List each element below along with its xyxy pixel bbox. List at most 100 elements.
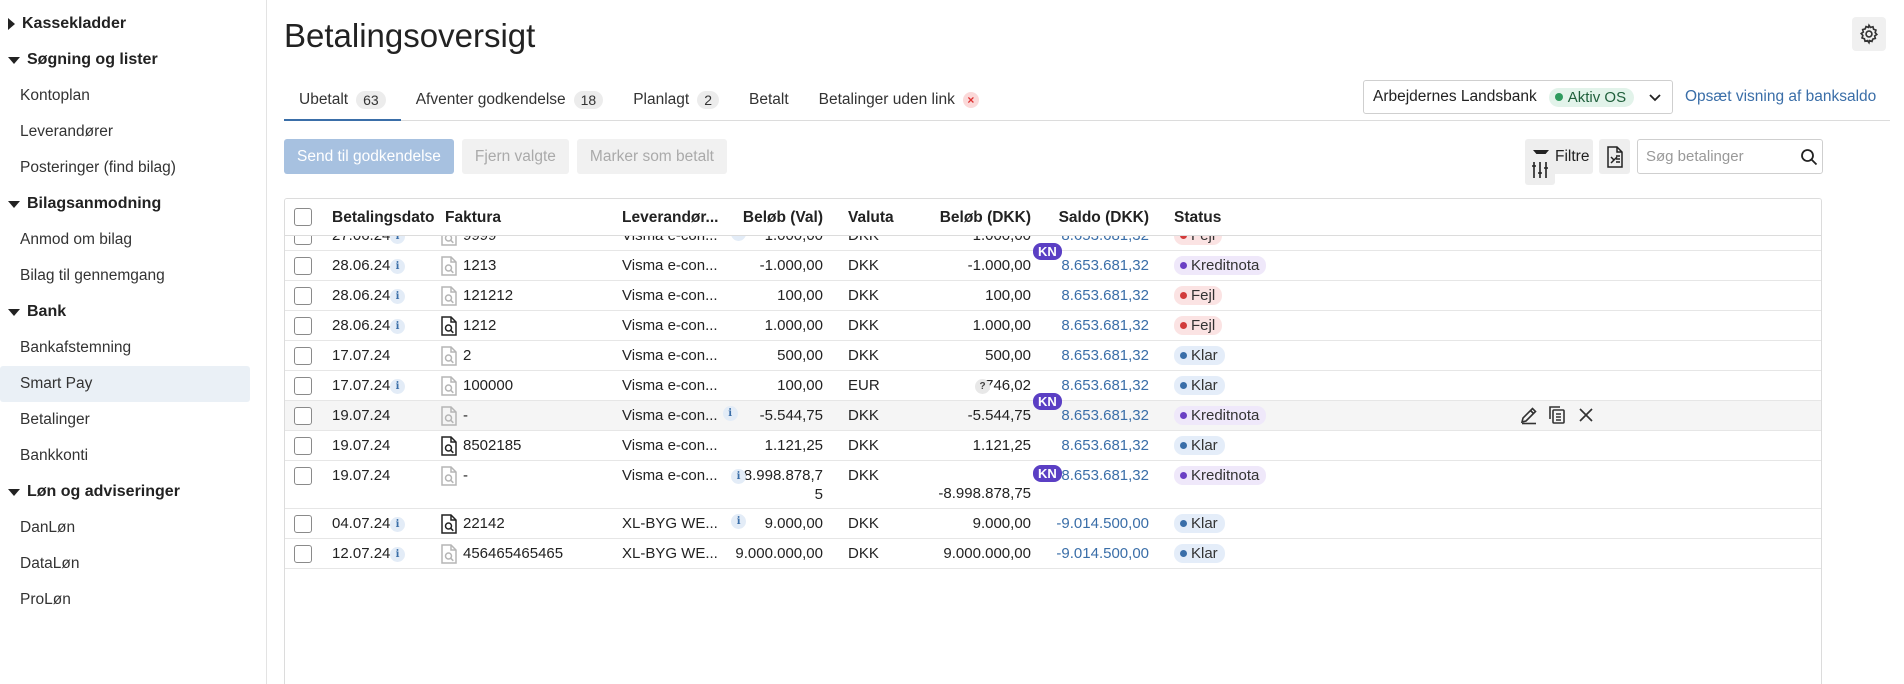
col-balance[interactable]: Saldo (DKK): [1059, 209, 1149, 227]
balance-link[interactable]: -9.014.500,00: [1056, 515, 1149, 532]
balance-link[interactable]: 8.653.681,32: [1061, 377, 1149, 394]
col-amount-val[interactable]: Beløb (Val): [743, 209, 823, 227]
info-icon[interactable]: i: [390, 289, 405, 304]
tab-3[interactable]: Betalt: [734, 80, 804, 120]
info-icon[interactable]: i: [390, 547, 405, 562]
col-supplier[interactable]: Leverandør...: [622, 209, 718, 227]
question-icon[interactable]: ?: [975, 379, 990, 394]
table-row[interactable]: 19.07.24 8502185 Visma e-con... 1.121,25 DKK…: [285, 431, 1821, 461]
sidebar-item[interactable]: Bankafstemning: [0, 330, 250, 366]
sidebar-item[interactable]: ProLøn: [0, 582, 250, 618]
document-search-faded-icon[interactable]: [441, 406, 457, 426]
amount-val: -8.998.878,7: [738, 467, 823, 484]
table-row[interactable]: 12.07.24 i 456465465465 XL-BYG WE... 9.000.0…: [285, 539, 1821, 569]
sidebar-item[interactable]: Posteringer (find bilag): [0, 150, 250, 186]
document-search-faded-icon[interactable]: [441, 544, 457, 564]
info-icon[interactable]: i: [731, 469, 746, 484]
document-search-icon[interactable]: [441, 316, 457, 336]
sidebar-item[interactable]: Betalinger: [0, 402, 250, 438]
export-button[interactable]: [1599, 139, 1630, 174]
table-row[interactable]: 19.07.24 - Visma e-con... -5.544,75 i DKK -5.5…: [285, 393, 1821, 431]
document-search-faded-icon[interactable]: [441, 346, 457, 366]
balance-link[interactable]: 8.653.681,32: [1061, 287, 1149, 304]
page-title: Betalingsoversigt: [284, 17, 536, 54]
table-row[interactable]: 28.06.24 i 1212 Visma e-con... 1.000,00 DKK 1.…: [285, 311, 1821, 341]
balance-link[interactable]: -9.014.500,00: [1056, 545, 1149, 562]
balance-link[interactable]: 8.653.681,32: [1061, 467, 1149, 484]
sidebar-item[interactable]: Anmod om bilag: [0, 222, 250, 258]
balance-link[interactable]: 8.653.681,32: [1061, 407, 1149, 424]
info-icon[interactable]: i: [390, 259, 405, 274]
send-for-approval-button[interactable]: Send til godkendelse: [284, 139, 454, 174]
settings-button[interactable]: [1852, 17, 1886, 51]
row-checkbox[interactable]: [294, 515, 312, 533]
bank-balance-setup-link[interactable]: Opsæt visning af banksaldo: [1685, 88, 1876, 106]
sidebar-item[interactable]: Kontoplan: [0, 78, 250, 114]
row-checkbox[interactable]: [294, 347, 312, 365]
close-icon[interactable]: [1577, 406, 1595, 428]
balance-link[interactable]: 8.653.681,32: [1061, 257, 1149, 274]
tab-4[interactable]: Betalinger uden link ×: [804, 80, 994, 120]
search-icon[interactable]: [1800, 148, 1818, 166]
col-status[interactable]: Status: [1174, 209, 1221, 227]
table-row[interactable]: 28.06.24 i 1213 Visma e-con... -1.000,00 DKK -…: [285, 243, 1821, 281]
supplier-name: Visma e-con...: [622, 347, 718, 364]
currency: EUR: [848, 377, 880, 394]
document-search-faded-icon[interactable]: [441, 376, 457, 396]
table-row[interactable]: 17.07.24 2 Visma e-con... 500,00 DKK 500,00 8.…: [285, 341, 1821, 371]
bank-select[interactable]: Arbejdernes Landsbank Aktiv OS: [1363, 80, 1673, 114]
sidebar-item[interactable]: Leverandører: [0, 114, 250, 150]
row-checkbox[interactable]: [294, 287, 312, 305]
row-checkbox[interactable]: [294, 257, 312, 275]
sidebar-group-3[interactable]: Bank: [0, 294, 266, 330]
chevron-down-icon: [1649, 94, 1661, 102]
document-search-faded-icon[interactable]: [441, 286, 457, 306]
sidebar-item[interactable]: DataLøn: [0, 546, 250, 582]
col-amount-dkk[interactable]: Beløb (DKK): [940, 209, 1031, 227]
sidebar-item[interactable]: DanLøn: [0, 510, 250, 546]
copy-icon[interactable]: [1547, 405, 1567, 429]
mark-as-paid-button[interactable]: Marker som betalt: [576, 139, 727, 174]
remove-selected-button[interactable]: Fjern valgte: [461, 139, 569, 174]
row-checkbox[interactable]: [294, 545, 312, 563]
balance-link[interactable]: 8.653.681,32: [1061, 437, 1149, 454]
table-row[interactable]: 19.07.24- Visma e-con... -8.998.878,7 5 i DKK…: [285, 461, 1821, 509]
select-all-checkbox[interactable]: [294, 208, 312, 226]
search-input[interactable]: [1637, 139, 1823, 174]
col-currency[interactable]: Valuta: [848, 209, 894, 227]
sidebar-group-2[interactable]: Bilagsanmodning: [0, 186, 266, 222]
row-checkbox[interactable]: [294, 377, 312, 395]
table-row[interactable]: 04.07.24 i 22142 XL-BYG WE... 9.000,00 i DKK 9.…: [285, 509, 1821, 539]
sidebar-group-0[interactable]: Kassekladder: [0, 6, 266, 42]
sidebar-group-4[interactable]: Løn og adviseringer: [0, 474, 266, 510]
column-settings-button[interactable]: [1525, 154, 1555, 185]
info-icon[interactable]: i: [731, 514, 747, 529]
document-search-faded-icon[interactable]: [441, 466, 457, 486]
sidebar-group-1[interactable]: Søgning og lister: [0, 42, 266, 78]
info-icon[interactable]: i: [390, 319, 405, 334]
document-search-icon[interactable]: [441, 514, 457, 534]
row-checkbox[interactable]: [294, 317, 312, 335]
info-icon[interactable]: i: [390, 379, 405, 394]
row-checkbox[interactable]: [294, 437, 312, 455]
document-search-icon[interactable]: [441, 436, 457, 456]
tab-label: Ubetalt: [299, 91, 349, 108]
tab-0[interactable]: Ubetalt 63: [284, 80, 401, 121]
row-checkbox[interactable]: [294, 407, 312, 425]
col-invoice[interactable]: Faktura: [445, 209, 501, 227]
sidebar-item[interactable]: Bankkonti: [0, 438, 250, 474]
table-row[interactable]: 28.06.24 i 121212 Visma e-con... 100,00 DKK 10…: [285, 281, 1821, 311]
sidebar-item[interactable]: Bilag til gennemgang: [0, 258, 250, 294]
sidebar-item[interactable]: Smart Pay: [0, 366, 250, 402]
tab-1[interactable]: Afventer godkendelse 18: [401, 80, 619, 120]
balance-link[interactable]: 8.653.681,32: [1061, 347, 1149, 364]
tab-2[interactable]: Planlagt 2: [618, 80, 734, 120]
info-icon[interactable]: i: [390, 517, 405, 532]
col-date[interactable]: Betalingsdato: [332, 209, 434, 227]
document-search-faded-icon[interactable]: [441, 256, 457, 276]
row-checkbox[interactable]: [294, 467, 312, 485]
edit-icon[interactable]: [1519, 405, 1539, 429]
balance-link[interactable]: 8.653.681,32: [1061, 317, 1149, 334]
info-icon[interactable]: i: [722, 406, 738, 421]
sidebar-group-label: Kassekladder: [22, 15, 127, 32]
